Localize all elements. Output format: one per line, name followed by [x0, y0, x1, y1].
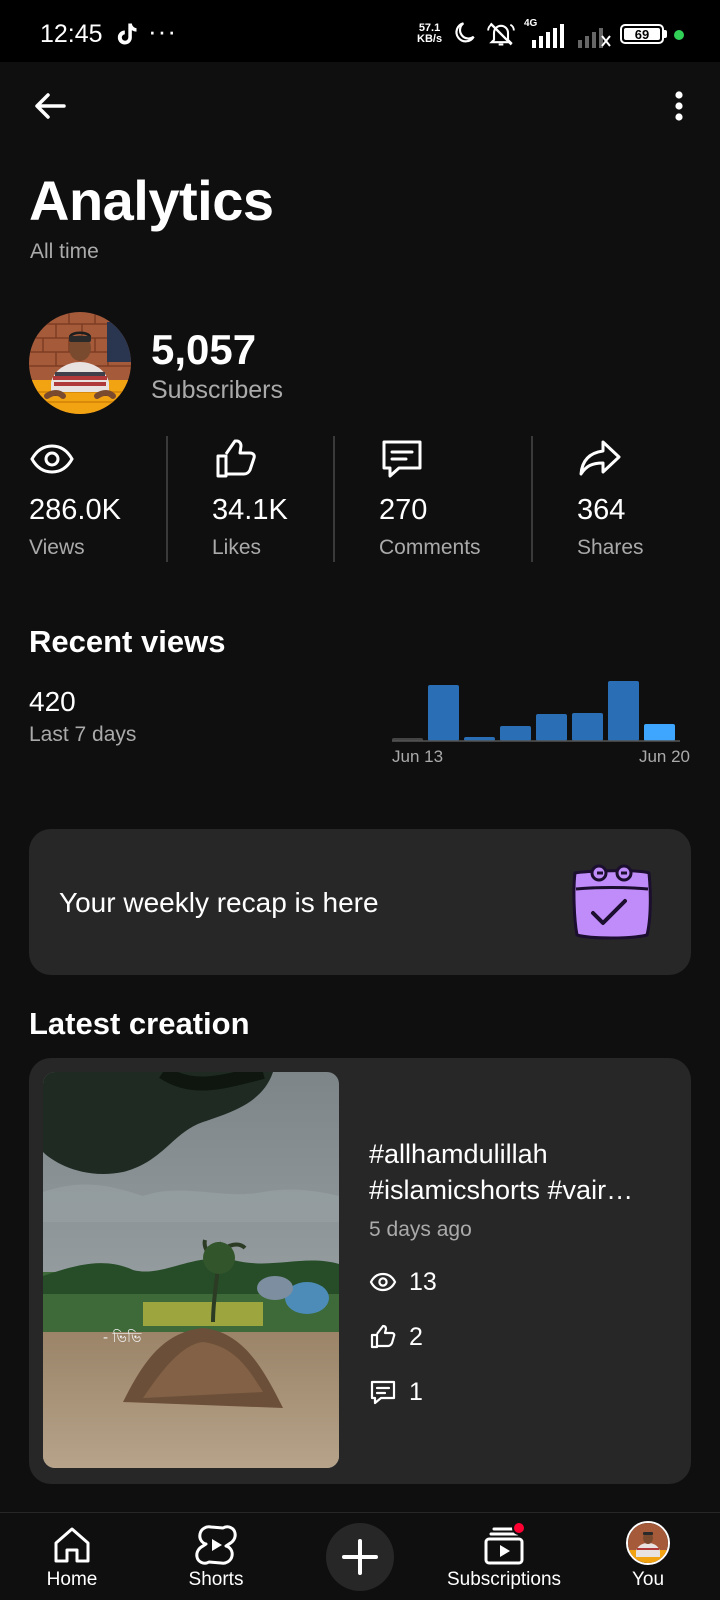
video-title[interactable]: #allhamdulillah #islamicshorts #vair…: [369, 1136, 669, 1208]
subscriber-label: Subscribers: [151, 376, 283, 404]
likes-value: 34.1K: [212, 494, 288, 526]
nav-home-label: Home: [46, 1569, 98, 1590]
you-avatar: [626, 1521, 670, 1565]
home-icon: [54, 1527, 90, 1563]
latest-creation-card[interactable]: - ভিভি #allhamdulillah #islamicshorts #v…: [29, 1058, 691, 1484]
page-title: Analytics: [29, 169, 274, 232]
nav-subscriptions-label: Subscriptions: [446, 1569, 562, 1590]
chart-bar: [572, 713, 603, 741]
recent-views-value: 420: [29, 686, 76, 717]
nav-shorts[interactable]: Shorts: [146, 1513, 286, 1600]
comments-label: Comments: [379, 536, 481, 559]
privacy-indicator-dot: [674, 30, 684, 40]
recent-views-period: Last 7 days: [29, 723, 137, 746]
signal-strength-icon: [532, 24, 564, 48]
metric-shares[interactable]: 364 Shares: [577, 436, 687, 562]
video-views-value: 13: [409, 1268, 437, 1296]
thumbs-up-icon: [216, 439, 256, 478]
nav-shorts-label: Shorts: [188, 1569, 244, 1590]
chart-bar: [428, 685, 459, 741]
likes-label: Likes: [212, 536, 262, 559]
signal-no-service-icon: [578, 28, 611, 48]
metric-likes[interactable]: 34.1K Likes: [212, 436, 322, 562]
notification-dot: [512, 1521, 526, 1535]
nav-subscriptions[interactable]: Subscriptions: [434, 1513, 574, 1600]
recent-views-chart[interactable]: Jun 13 Jun 20: [390, 670, 690, 770]
comment-icon: [382, 440, 422, 478]
chart-bar: [608, 681, 639, 741]
eye-icon: [369, 1272, 397, 1292]
latest-creation-heading: Latest creation: [29, 1006, 250, 1041]
time-range-label: All time: [30, 240, 99, 263]
metric-divider: [333, 436, 335, 562]
weekly-recap-card[interactable]: Your weekly recap is here: [29, 829, 691, 975]
video-comments-value: 1: [409, 1378, 423, 1406]
more-vert-icon[interactable]: [664, 86, 694, 126]
battery-icon: 69: [620, 24, 664, 44]
comment-icon: [370, 1380, 396, 1405]
channel-avatar: [29, 312, 131, 414]
eye-icon: [30, 444, 74, 474]
create-button[interactable]: [326, 1523, 394, 1591]
back-arrow-icon[interactable]: [30, 86, 70, 126]
network-speed: 57.1 KB/s: [417, 22, 443, 45]
mute-bell-icon: [487, 22, 515, 46]
views-value: 286.0K: [29, 494, 121, 526]
share-icon: [579, 440, 621, 476]
chart-tick-label-end: Jun 20: [639, 747, 690, 766]
video-likes-value: 2: [409, 1323, 423, 1351]
nav-you[interactable]: You: [578, 1513, 718, 1600]
shares-value: 364: [577, 494, 626, 526]
bottom-navigation: Home Shorts Subscriptions You: [0, 1512, 720, 1600]
video-age: 5 days ago: [369, 1218, 472, 1241]
thumbnail-overlay-text: - ভিভি: [103, 1329, 142, 1346]
recap-text: Your weekly recap is here: [59, 887, 379, 918]
plus-icon: [342, 1539, 378, 1575]
recent-views-heading: Recent views: [29, 624, 226, 659]
nav-home[interactable]: Home: [2, 1513, 142, 1600]
moon-icon: [455, 22, 475, 43]
thumbs-up-icon: [370, 1324, 396, 1349]
metric-comments[interactable]: 270 Comments: [379, 436, 519, 562]
shorts-icon: [195, 1525, 237, 1565]
metric-divider: [166, 436, 168, 562]
chart-bar: [644, 724, 675, 741]
views-label: Views: [29, 536, 85, 559]
video-thumbnail[interactable]: - ভিভি: [43, 1072, 339, 1468]
subscriber-count: 5,057: [151, 326, 257, 373]
status-bar: 12:45 ··· 57.1 KB/s 4G 69: [0, 0, 720, 62]
shares-label: Shares: [577, 536, 644, 559]
calendar-check-icon: [572, 864, 652, 940]
comments-value: 270: [379, 494, 428, 526]
nav-you-label: You: [631, 1569, 665, 1590]
chart-bar: [500, 726, 531, 741]
chart-tick-label-start: Jun 13: [392, 747, 443, 766]
metric-views[interactable]: 286.0K Views: [29, 436, 159, 562]
more-notifications-icon: ···: [148, 16, 177, 46]
clock: 12:45: [40, 20, 103, 48]
tiktok-icon: [117, 23, 137, 45]
battery-level: 69: [634, 27, 650, 42]
metric-divider: [531, 436, 533, 562]
chart-bar: [536, 714, 567, 741]
